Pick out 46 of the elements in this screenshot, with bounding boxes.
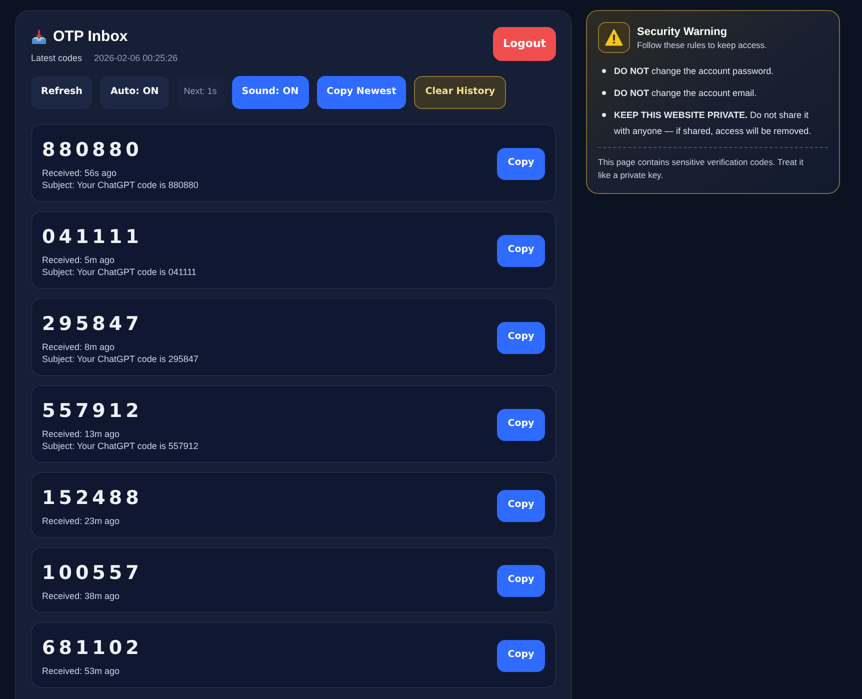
otp-code: 557912 xyxy=(42,398,144,424)
copy-button[interactable]: Copy xyxy=(497,148,545,180)
email-subject: Subject: Your ChatGPT code is 295847 xyxy=(42,352,198,364)
rule-text: DO NOT change the account email. xyxy=(614,87,757,100)
subtitle: Latest codes xyxy=(31,52,82,65)
logout-button[interactable]: Logout xyxy=(493,27,556,61)
toolbar-button[interactable]: Sound: ON xyxy=(232,76,309,108)
timestamp: 2026-02-06 00:25:26 xyxy=(94,52,178,65)
email-subject: Subject: Your ChatGPT code is 041111 xyxy=(42,266,196,278)
countdown-label: Next: 1s xyxy=(176,76,224,108)
warning-subtitle: Follow these rules to keep access. xyxy=(637,39,767,51)
copy-button[interactable]: Copy xyxy=(497,234,545,266)
bullet-icon xyxy=(602,91,606,95)
note-text: This page contains sensitive verification codes. Treat it like a private key. xyxy=(598,156,805,182)
toolbar-button[interactable]: Copy Newest xyxy=(316,76,406,108)
warning-icon xyxy=(598,22,630,53)
otp-code: 880880 xyxy=(42,138,144,162)
copy-button[interactable]: Copy xyxy=(497,322,545,354)
otp-code: 295847 xyxy=(42,312,144,336)
copy-button[interactable]: Copy xyxy=(497,640,545,672)
copy-button[interactable]: Copy xyxy=(497,408,545,440)
bullet-icon xyxy=(602,69,606,73)
otp-code: 041111 xyxy=(42,224,144,250)
toolbar-button[interactable]: Auto: ON xyxy=(100,76,169,108)
received-time: Received: 8m ago xyxy=(42,340,116,352)
copy-button[interactable]: Copy xyxy=(497,564,545,596)
email-subject: Subject: Your ChatGPT code is 557912 xyxy=(42,440,198,452)
received-time: Received: 53m ago xyxy=(42,664,121,676)
toolbar-button[interactable]: Refresh xyxy=(31,76,92,108)
bullet-icon xyxy=(602,113,606,117)
warning-title: Security Warning xyxy=(637,26,728,39)
inbox-tray-icon xyxy=(31,30,47,44)
rule-text: KEEP THIS WEBSITE PRIVATE. Do not share it with anyone — if shared, access will be removed. xyxy=(614,109,812,138)
received-time: Received: 56s ago xyxy=(42,166,118,178)
otp-code: 100557 xyxy=(42,560,142,586)
otp-code: 681102 xyxy=(42,636,142,660)
email-subject: Subject: Your ChatGPT code is 880880 xyxy=(42,178,198,190)
app-title: OTP Inbox xyxy=(53,26,128,47)
received-time: Received: 23m ago xyxy=(42,514,121,526)
received-time: Received: 13m ago xyxy=(42,428,121,440)
received-time: Received: 5m ago xyxy=(42,254,116,266)
clear-history-button[interactable]: Clear History xyxy=(414,76,506,108)
copy-button[interactable]: Copy xyxy=(497,490,545,522)
received-time: Received: 38m ago xyxy=(42,590,121,602)
rule-text: DO NOT change the account password. xyxy=(614,65,774,78)
otp-code: 152488 xyxy=(42,486,142,510)
